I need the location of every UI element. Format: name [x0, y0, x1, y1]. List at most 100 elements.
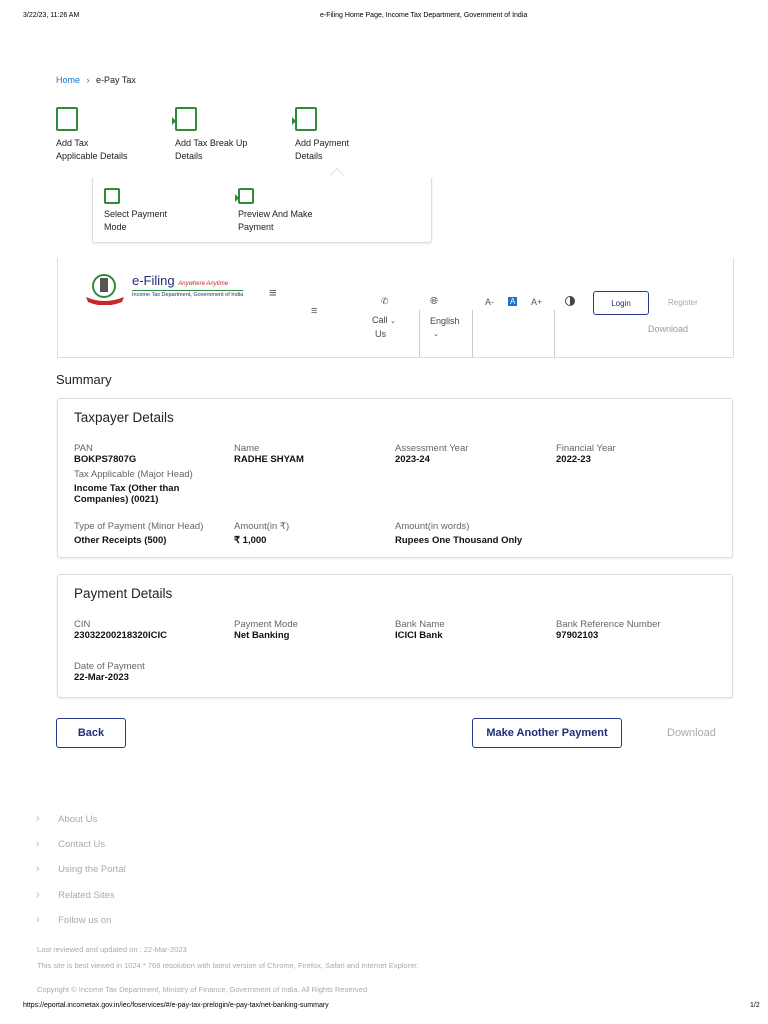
name-value: RADHE SHYAM [234, 454, 304, 465]
chevron-right-icon: › [36, 813, 40, 825]
contrast-icon[interactable] [565, 296, 575, 306]
footer-link-follow[interactable]: › Follow us on [36, 907, 126, 932]
field-label: Financial Year [556, 443, 616, 454]
print-datetime: 3/22/23, 11:26 AM [23, 12, 80, 19]
header-download-link[interactable]: Download [648, 324, 688, 334]
footer-link-label: Contact Us [58, 839, 106, 851]
step-label: Add Tax Break Up [175, 138, 248, 148]
field-label: Payment Mode [234, 619, 298, 630]
call-us-dropdown[interactable]: Call ⌄ Us [372, 314, 396, 341]
field-label: Date of Payment [74, 661, 145, 672]
step-label: Details [295, 151, 323, 161]
footer-link-label: Follow us on [58, 914, 112, 926]
taxpayer-details-card: Taxpayer Details PAN BOKPS7807G Name RADHE… [57, 398, 733, 558]
footer-links: › About Us › Contact Us › Using the Port… [36, 806, 126, 932]
amount-words-value: Rupees One Thousand Only [395, 535, 523, 546]
phone-icon: ✆ [381, 296, 389, 306]
payment-date-value: 22-Mar-2023 [74, 672, 129, 683]
breadcrumb-home[interactable]: Home [56, 75, 80, 85]
efiling-logo[interactable]: e-Filing Anywhere Anytime Income Tax Dep… [84, 273, 244, 310]
hamburger-menu-icon[interactable]: ≡ [269, 285, 277, 300]
step-box-icon [56, 107, 78, 131]
field-label: Bank Reference Number [556, 619, 661, 630]
footer-link-portal[interactable]: › Using the Portal [36, 856, 126, 881]
step-box-icon [172, 107, 197, 131]
step-label: Add Payment [295, 138, 350, 148]
footer-link-label: Related Sites [58, 889, 115, 901]
footer-link-label: Using the Portal [58, 864, 126, 876]
field-label: Bank Name [395, 619, 445, 630]
back-button[interactable]: Back [56, 718, 126, 748]
summary-heading: Summary [56, 372, 112, 387]
field-label: CIN [74, 619, 91, 630]
breadcrumb-separator: › [86, 75, 90, 85]
language-dropdown[interactable]: English ⌄ [430, 315, 460, 341]
chevron-right-icon: › [36, 913, 40, 926]
amount-value: ₹ 1,000 [234, 535, 267, 546]
breadcrumb-current: e-Pay Tax [96, 75, 136, 85]
call-label: Us [375, 329, 386, 339]
substeps-panel: Select Payment Mode Preview And Make Payme… [92, 178, 432, 243]
payment-details-card: Payment Details CIN 23032200218320ICIC Pa… [57, 574, 733, 698]
print-title: e-Filing Home Page, Income Tax Departmen… [320, 12, 528, 19]
chevron-down-icon: ⌄ [390, 318, 396, 325]
make-another-payment-button[interactable]: Make Another Payment [472, 718, 622, 748]
step-label: Mode [104, 222, 127, 232]
footer-link-about[interactable]: › About Us [36, 806, 126, 831]
divider [419, 310, 420, 357]
bank-reference-value: 97902103 [556, 630, 599, 641]
field-label: Name [234, 443, 260, 454]
hamburger-menu-icon[interactable]: ≡ [311, 305, 317, 317]
logo-tagline: Anywhere Anytime [178, 281, 229, 287]
step-label: Details [175, 151, 203, 161]
step-label: Preview And Make [238, 209, 313, 219]
footer-link-related[interactable]: › Related Sites [36, 882, 126, 907]
step-label: Applicable Details [56, 151, 128, 161]
field-label: Amount(in words) [395, 521, 470, 532]
logo-title: e-Filing [132, 273, 175, 288]
assessment-year-value: 2023-24 [395, 454, 430, 465]
step-label: Payment [238, 222, 274, 232]
call-label: Call [372, 315, 388, 325]
print-page-number: 1/2 [750, 1002, 760, 1009]
payment-mode-value: Net Banking [234, 630, 290, 641]
login-button[interactable]: Login [593, 291, 649, 315]
breadcrumb: Home › e-Pay Tax [56, 75, 136, 85]
field-label: Amount(in ₹) [234, 521, 290, 532]
font-increase-button[interactable]: A+ [531, 297, 542, 307]
major-head-value: Income Tax (Other than Companies) (0021) [74, 483, 180, 505]
chevron-right-icon: › [36, 838, 40, 851]
card-title: Payment Details [74, 586, 173, 601]
divider [472, 310, 473, 357]
field-label: Tax Applicable (Major Head) [74, 469, 193, 480]
financial-year-value: 2022-23 [556, 454, 591, 465]
download-button[interactable]: Download [667, 727, 716, 739]
print-url: https://eportal.incometax.gov.in/iec/fos… [23, 1002, 329, 1009]
field-label: Type of Payment (Minor Head) [74, 521, 204, 532]
bank-name-value: ICICI Bank [395, 630, 443, 641]
best-viewed-note: This site is best viewed in 1024 * 768 r… [37, 961, 419, 970]
font-normal-button[interactable]: A [508, 297, 518, 306]
pan-value: BOKPS7807G [74, 454, 137, 465]
card-title: Taxpayer Details [74, 410, 174, 425]
copyright-note: Copyright © Income Tax Department, Minis… [37, 985, 368, 994]
font-decrease-button[interactable]: A- [485, 297, 494, 307]
emblem-icon [86, 274, 124, 306]
step-box-icon [104, 188, 120, 204]
language-label: English [430, 316, 460, 326]
chevron-right-icon: › [36, 888, 40, 901]
logo-subtitle: Income Tax Department, Government of Ind… [132, 290, 244, 298]
register-link[interactable]: Register [668, 298, 698, 307]
footer-link-contact[interactable]: › Contact Us [36, 831, 126, 856]
step-label: Add Tax [56, 138, 89, 148]
last-reviewed-note: Last reviewed and updated on : 22-Mar-20… [37, 945, 187, 954]
cin-value: 23032200218320ICIC [74, 630, 167, 641]
field-label: Assessment Year [395, 443, 469, 454]
globe-icon: 🌐︎ [430, 296, 438, 307]
chevron-right-icon: › [36, 863, 40, 876]
field-label: PAN [74, 443, 93, 454]
chevron-down-icon: ⌄ [433, 331, 439, 338]
minor-head-value: Other Receipts (500) [74, 535, 167, 546]
step-label: Select Payment [104, 209, 168, 219]
divider [554, 310, 555, 357]
